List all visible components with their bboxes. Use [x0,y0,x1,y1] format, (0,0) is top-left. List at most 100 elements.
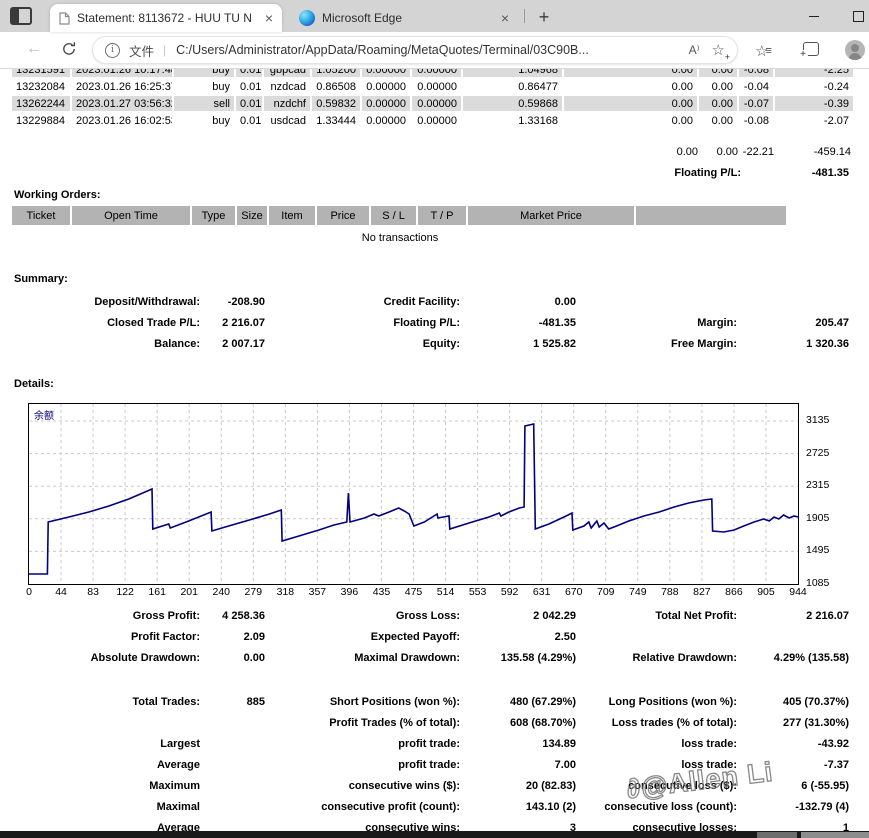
stat-label: Equity: [265,333,460,354]
stat-value: 135.58 (4.29%) [460,647,576,668]
totals-profit: -459.14 [814,146,851,158]
stat-label: Floating P/L: [265,312,460,333]
trade-row: 132298842023.01.26 16:02:53buy0.01usdcad… [12,113,853,128]
profile-avatar[interactable] [845,40,865,60]
stat-value [737,291,849,312]
tab-strip: Statement: 8113672 - HUU TU N × Microsof… [0,0,869,32]
stat-label: Loss trades (% of total): [576,712,737,733]
trade-cell-tp: 0.00000 [412,96,461,111]
favorites-lines: ≡ [765,45,771,57]
tab-close-icon[interactable]: × [501,11,509,25]
stat-label: loss trade: [576,754,737,775]
trade-cell-commission: 0.00 [564,113,697,128]
stat-row: Largestprofit trade:134.89loss trade:-43… [0,733,849,754]
url-text[interactable]: C:/Users/Administrator/AppData/Roaming/M… [176,43,680,57]
maximize-button[interactable] [836,0,869,32]
tab-separator [524,9,525,23]
taskbar-item [801,832,869,838]
address-bar[interactable]: i 文件 | C:/Users/Administrator/AppData/Ro… [93,37,737,63]
trade-cell-sl: 0.00000 [362,113,410,128]
tab-statement[interactable]: Statement: 8113672 - HUU TU N × [50,4,282,32]
floating-pl-value: -481.35 [812,167,849,179]
stat-label: Profit Trades (% of total): [265,712,460,733]
working-orders-header-cell: Price [317,206,369,225]
working-orders-header-cell: S / L [371,206,416,225]
x-tick-label: 83 [87,586,99,598]
stat-label: Gross Loss: [265,605,460,626]
stat-row: Profit Trades (% of total):608 (68.70%)L… [0,712,849,733]
stat-label: Short Positions (won %): [265,691,460,712]
trade-cell-type: buy [174,113,234,128]
x-tick-label: 827 [693,586,711,598]
stat-label: Maximal Drawdown: [265,647,460,668]
stat-value: -132.79 (4) [737,796,849,817]
stat-value: 1 525.82 [460,333,576,354]
x-tick-label: 749 [629,586,647,598]
trade-cell-open_time: 2023.01.26 16:25:37 [72,79,172,94]
stat-label: Credit Facility: [265,291,460,312]
trade-cell-tp: 0.00000 [412,113,461,128]
stat-value: 2 216.07 [737,605,849,626]
page-info-icon[interactable]: i [105,43,120,58]
x-tick-label: 357 [309,586,327,598]
x-tick-label: 396 [341,586,359,598]
x-tick-label: 788 [661,586,679,598]
new-tab-button[interactable]: + [531,4,557,30]
x-tick-label: 944 [789,586,807,598]
x-tick-label: 553 [469,586,487,598]
stat-label: Absolute Drawdown: [0,647,200,668]
collections-icon[interactable]: + [803,42,819,56]
working-orders-header-cell: Market Price [468,206,634,225]
back-button[interactable]: ← [26,40,42,58]
refresh-button[interactable] [61,41,77,57]
y-tick-label: 2315 [806,479,829,491]
trades-stats-table: Total Trades:885Short Positions (won %):… [0,691,849,838]
working-orders-header-cell: Type [192,206,235,225]
y-tick-label: 1495 [806,544,829,556]
stat-value: 143.10 (2) [460,796,576,817]
stat-label: Total Net Profit: [576,605,737,626]
favorites-icon[interactable]: ☆≡ [755,42,772,60]
browser-window: Statement: 8113672 - HUU TU N × Microsof… [0,0,869,838]
totals-commission: 0.00 [677,146,698,158]
trade-cell-open_time: 2023.01.26 16:02:53 [72,113,172,128]
taskbar-item [757,832,797,838]
trade-cell-taxes: 0.00 [699,96,737,111]
x-tick-label: 592 [501,586,519,598]
stat-row: Balance:2 007.17Equity:1 525.82Free Marg… [0,333,849,354]
balance-curve [29,404,798,584]
trade-cell-swap: -0.08 [739,113,773,128]
trade-cell-ticket: 13229884 [12,113,70,128]
stat-value [200,775,265,796]
tab-title: Microsoft Edge [322,11,494,25]
chart-legend: 余额 [34,407,54,422]
stat-label: Expected Payoff: [265,626,460,647]
stat-label: Gross Profit: [0,605,200,626]
read-aloud-icon[interactable]: A⁾ [689,43,700,57]
minimize-button[interactable] [791,0,836,32]
x-tick-label: 435 [373,586,391,598]
add-favorite-icon[interactable]: ☆+ [712,43,725,58]
stat-label: profit trade: [265,733,460,754]
stat-row: Profit Factor:2.09Expected Payoff:2.50 [0,626,849,647]
stat-row: Closed Trade P/L:2 216.07Floating P/L:-4… [0,312,849,333]
tab-edge[interactable]: Microsoft Edge × [290,4,518,32]
stat-row: Maximalconsecutive profit (count):143.10… [0,796,849,817]
tab-actions-icon[interactable] [10,7,32,25]
summary-title: Summary: [14,273,68,285]
trade-cell-item: nzdchf [264,96,310,111]
stat-value: 608 (68.70%) [460,712,576,733]
x-tick-label: 905 [757,586,775,598]
x-tick-label: 279 [245,586,263,598]
tab-close-icon[interactable]: × [265,11,273,25]
trade-cell-market_price: 1.33168 [463,113,562,128]
summary-table: Deposit/Withdrawal:-208.90Credit Facilit… [0,291,849,354]
tab-title: Statement: 8113672 - HUU TU N [77,11,258,25]
trade-cell-ticket: 13232084 [12,79,70,94]
x-tick-label: 0 [26,586,32,598]
stat-label: consecutive loss ($): [576,775,737,796]
document-icon [59,12,70,25]
add-favorite-plus: + [725,53,730,61]
trade-cell-taxes: 0.00 [699,79,737,94]
details-title: Details: [14,378,54,390]
